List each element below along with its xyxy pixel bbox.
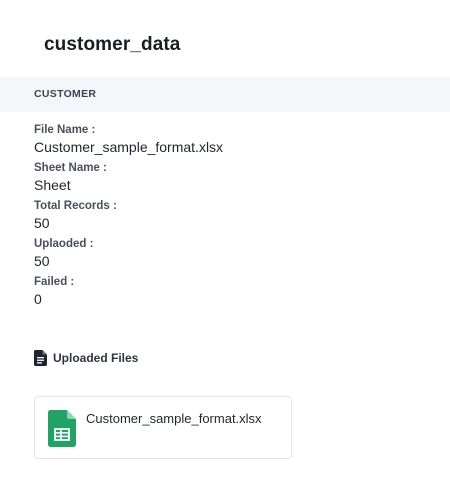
section-header-label: CUSTOMER — [34, 88, 97, 100]
failed-count-value: 0 — [34, 291, 42, 307]
uploaded-files-label: Uploaded Files — [53, 351, 139, 365]
uploaded-count-label: Uplaoded : — [34, 238, 94, 250]
failed-count-field: Failed : 0 — [34, 275, 414, 313]
sheet-name-label: Sheet Name : — [34, 162, 107, 174]
spreadsheet-icon — [48, 410, 76, 452]
uploaded-file-name[interactable]: Customer_sample_format.xlsx — [86, 411, 262, 426]
uploaded-count-field: Uplaoded : 50 — [34, 237, 414, 275]
sheet-name-field: Sheet Name : Sheet — [34, 161, 414, 199]
section-header: CUSTOMER — [0, 77, 450, 112]
total-records-value: 50 — [34, 215, 50, 231]
file-name-label: File Name : — [34, 124, 96, 136]
document-icon — [34, 350, 47, 366]
customer-data-page: customer_data CUSTOMER File Name : Custo… — [0, 0, 450, 491]
uploaded-count-value: 50 — [34, 253, 50, 269]
sheet-name-value: Sheet — [34, 177, 71, 193]
total-records-label: Total Records : — [34, 200, 117, 212]
file-info: File Name : Customer_sample_format.xlsx … — [34, 123, 414, 313]
total-records-field: Total Records : 50 — [34, 199, 414, 237]
failed-count-label: Failed : — [34, 276, 75, 288]
uploaded-files-heading: Uploaded Files — [34, 350, 138, 366]
file-name-field: File Name : Customer_sample_format.xlsx — [34, 123, 414, 161]
file-name-value: Customer_sample_format.xlsx — [34, 139, 224, 155]
page-title: customer_data — [44, 34, 181, 55]
uploaded-file-card[interactable]: Customer_sample_format.xlsx — [34, 396, 292, 459]
